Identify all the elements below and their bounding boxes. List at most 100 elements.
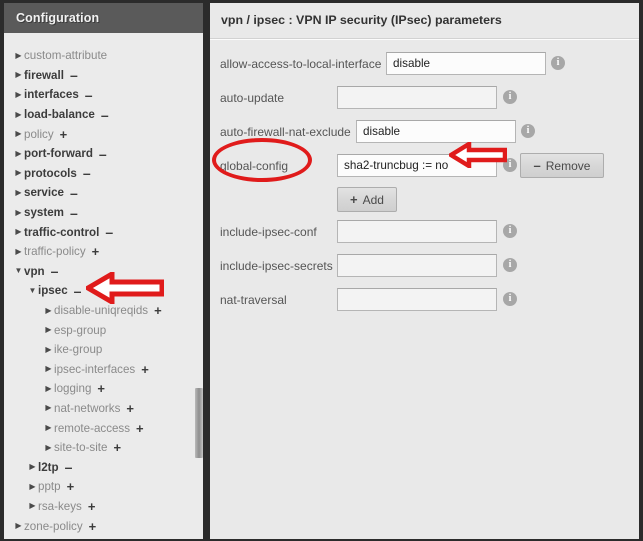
tree-item-zone-policy[interactable]: zone-policy +	[4, 516, 203, 536]
add-node-icon[interactable]: +	[60, 128, 68, 141]
tree-item-firewall[interactable]: firewall–	[4, 66, 203, 86]
field-input-auto-update[interactable]	[337, 86, 497, 109]
tree-item-load-balance[interactable]: load-balance–	[4, 105, 203, 125]
tree-item-ipsec-interfaces[interactable]: ipsec-interfaces +	[4, 360, 203, 380]
chevron-right-icon[interactable]	[13, 189, 24, 197]
add-node-icon[interactable]: +	[136, 422, 144, 435]
chevron-right-icon[interactable]	[13, 150, 24, 158]
chevron-right-icon[interactable]	[43, 385, 54, 393]
add-node-icon[interactable]: +	[154, 304, 162, 317]
configured-node-icon[interactable]: –	[85, 88, 93, 102]
chevron-right-icon[interactable]	[13, 209, 24, 217]
tree-item-label: protocols	[24, 166, 77, 180]
tree-item-protocols[interactable]: protocols–	[4, 164, 203, 184]
tree-item-interfaces[interactable]: interfaces–	[4, 85, 203, 105]
configured-node-icon[interactable]: –	[70, 186, 78, 200]
tree-item-site-to-site[interactable]: site-to-site +	[4, 438, 203, 458]
chevron-right-icon[interactable]	[43, 326, 54, 334]
configured-node-icon[interactable]: –	[99, 147, 107, 161]
field-input-auto-firewall-nat-exclude[interactable]	[356, 120, 516, 143]
info-icon-nat-traversal[interactable]: i	[503, 292, 517, 306]
tree-item-port-forward[interactable]: port-forward–	[4, 144, 203, 164]
info-icon-auto-update[interactable]: i	[503, 90, 517, 104]
sidebar-scrollbar-thumb[interactable]	[195, 388, 203, 458]
sidebar-title: Configuration	[16, 11, 100, 25]
add-button[interactable]: + Add	[337, 187, 397, 212]
configured-node-icon[interactable]: –	[105, 225, 113, 239]
add-node-icon[interactable]: +	[141, 363, 149, 376]
field-row-include-ipsec-conf: include-ipsec-conf i	[210, 217, 639, 251]
tree-item-policy[interactable]: policy +	[4, 124, 203, 144]
tree-item-custom-attribute[interactable]: custom-attribute	[4, 46, 203, 66]
add-node-icon[interactable]: +	[88, 500, 96, 513]
remove-button-label: Remove	[545, 159, 591, 173]
remove-button[interactable]: – Remove	[520, 153, 604, 178]
tree-item-disable-uniqreqids[interactable]: disable-uniqreqids +	[4, 301, 203, 321]
add-node-icon[interactable]: +	[113, 441, 121, 454]
chevron-right-icon[interactable]	[43, 365, 54, 373]
info-icon-include-ipsec-conf[interactable]: i	[503, 224, 517, 238]
tree-item-label: ipsec	[38, 284, 68, 298]
field-input-include-ipsec-secrets[interactable]	[337, 254, 497, 277]
tree-item-label: disable-uniqreqids	[54, 304, 149, 318]
chevron-right-icon[interactable]	[13, 52, 24, 60]
chevron-right-icon[interactable]	[43, 404, 54, 412]
tree-item-esp-group[interactable]: esp-group	[4, 320, 203, 340]
chevron-right-icon[interactable]	[13, 71, 24, 79]
tree-item-system[interactable]: system–	[4, 203, 203, 223]
add-node-icon[interactable]: +	[89, 520, 97, 533]
field-input-nat-traversal[interactable]	[337, 288, 497, 311]
add-node-icon[interactable]: +	[126, 402, 134, 415]
chevron-right-icon[interactable]	[13, 522, 24, 530]
chevron-right-icon[interactable]	[43, 307, 54, 315]
field-input-include-ipsec-conf[interactable]	[337, 220, 497, 243]
info-icon-include-ipsec-secrets[interactable]: i	[503, 258, 517, 272]
tree-item-ike-group[interactable]: ike-group	[4, 340, 203, 360]
chevron-right-icon[interactable]	[13, 111, 24, 119]
field-input-global-config[interactable]	[337, 154, 497, 177]
configured-node-icon[interactable]: –	[74, 284, 82, 298]
chevron-right-icon[interactable]	[13, 130, 24, 138]
tree-item-remote-access[interactable]: remote-access +	[4, 418, 203, 438]
chevron-right-icon[interactable]	[27, 502, 38, 510]
chevron-right-icon[interactable]	[13, 169, 24, 177]
tree-item-logging[interactable]: logging +	[4, 379, 203, 399]
configured-node-icon[interactable]: –	[83, 166, 91, 180]
configured-node-icon[interactable]: –	[70, 206, 78, 220]
chevron-right-icon[interactable]	[13, 91, 24, 99]
chevron-right-icon[interactable]	[43, 444, 54, 452]
chevron-right-icon[interactable]	[27, 483, 38, 491]
tree-item-ipsec[interactable]: ipsec–	[4, 281, 203, 301]
field-input-allow-access-to-local-interface[interactable]	[386, 52, 546, 75]
tree-item-traffic-policy[interactable]: traffic-policy +	[4, 242, 203, 262]
add-node-icon[interactable]: +	[97, 382, 105, 395]
tree-item-nat-networks[interactable]: nat-networks +	[4, 399, 203, 419]
info-icon-auto-firewall-nat-exclude[interactable]: i	[521, 124, 535, 138]
chevron-right-icon[interactable]	[13, 228, 24, 236]
configured-node-icon[interactable]: –	[70, 68, 78, 82]
tree-item-pptp[interactable]: pptp +	[4, 477, 203, 497]
tree-item-service[interactable]: service–	[4, 183, 203, 203]
add-node-icon[interactable]: +	[67, 480, 75, 493]
add-node-icon[interactable]: +	[92, 245, 100, 258]
configured-node-icon[interactable]: –	[51, 264, 59, 278]
chevron-right-icon[interactable]	[13, 248, 24, 256]
configured-node-icon[interactable]: –	[65, 460, 73, 474]
chevron-right-icon[interactable]	[43, 424, 54, 432]
tree-item-vpn[interactable]: vpn–	[4, 262, 203, 282]
sidebar-scrollbar-track[interactable]	[195, 33, 203, 539]
tree-item-label: system	[24, 206, 64, 220]
chevron-right-icon[interactable]	[27, 463, 38, 471]
chevron-right-icon[interactable]	[43, 346, 54, 354]
tree-item-traffic-control[interactable]: traffic-control–	[4, 222, 203, 242]
tree-item-l2tp[interactable]: l2tp–	[4, 457, 203, 477]
chevron-down-icon[interactable]	[27, 287, 38, 295]
info-icon-allow-access-to-local-interface[interactable]: i	[551, 56, 565, 70]
configured-node-icon[interactable]: –	[101, 108, 109, 122]
tree-item-label: service	[24, 186, 64, 200]
chevron-down-icon[interactable]	[13, 267, 24, 275]
tree-item-rsa-keys[interactable]: rsa-keys +	[4, 497, 203, 517]
tree-item-label: pptp	[38, 480, 61, 494]
info-icon-global-config[interactable]: i	[503, 158, 517, 172]
parameters-form: allow-access-to-local-interfaceiauto-upd…	[210, 39, 639, 319]
